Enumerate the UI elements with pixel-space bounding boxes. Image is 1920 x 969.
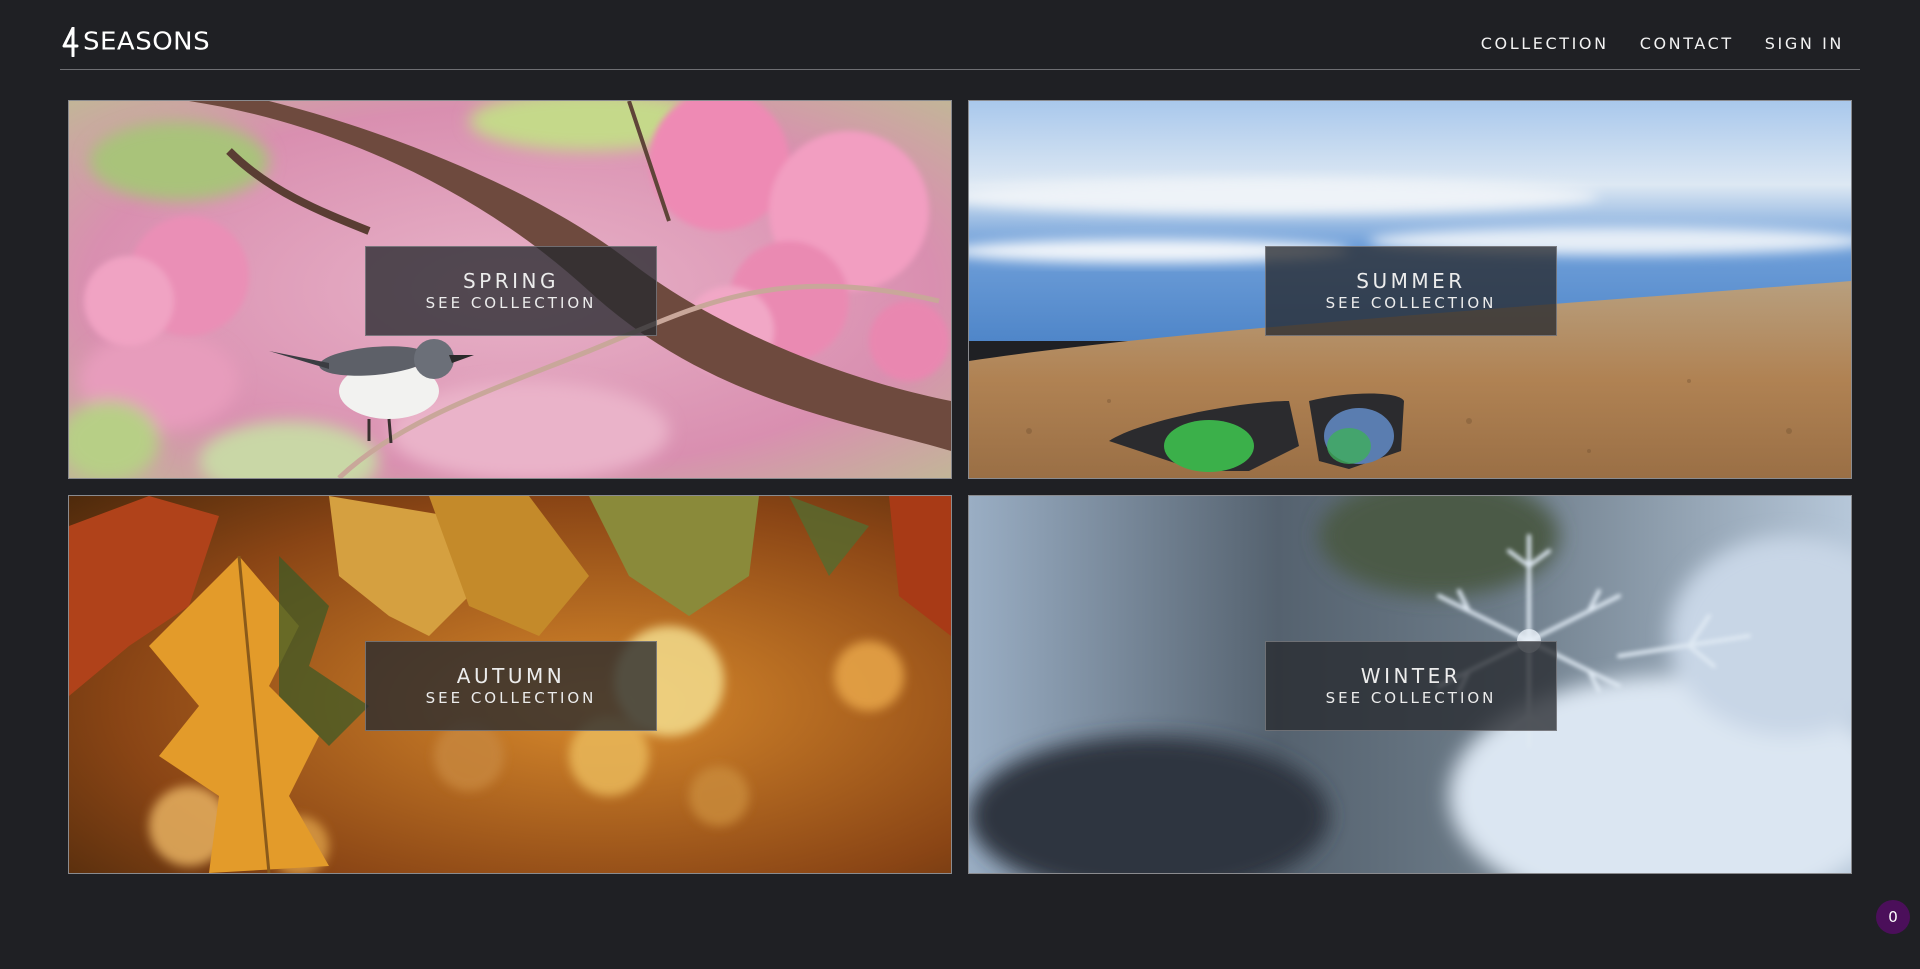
- spring-caption[interactable]: SPRING SEE COLLECTION: [365, 246, 657, 336]
- site-logo[interactable]: SEASONS: [61, 25, 210, 59]
- notification-badge[interactable]: 0: [1876, 900, 1910, 934]
- logo-four-mark: [62, 27, 79, 57]
- logo-text: SEASONS: [83, 27, 211, 57]
- site-header: SEASONS COLLECTION CONTACT SIGN IN: [60, 0, 1860, 70]
- tile-summer[interactable]: SUMMER SEE COLLECTION: [968, 100, 1852, 479]
- spring-see-collection[interactable]: SEE COLLECTION: [366, 293, 656, 313]
- tile-spring[interactable]: SPRING SEE COLLECTION: [68, 100, 952, 479]
- autumn-title: AUTUMN: [456, 664, 566, 688]
- tile-autumn[interactable]: AUTUMN SEE COLLECTION: [68, 495, 952, 874]
- nav-collection[interactable]: COLLECTION: [1481, 34, 1609, 54]
- spring-title: SPRING: [462, 269, 559, 293]
- nav-sign-in[interactable]: SIGN IN: [1765, 34, 1844, 54]
- nav-contact[interactable]: CONTACT: [1640, 34, 1734, 54]
- winter-caption[interactable]: WINTER SEE COLLECTION: [1265, 641, 1557, 731]
- autumn-caption[interactable]: AUTUMN SEE COLLECTION: [365, 641, 657, 731]
- main-nav: COLLECTION CONTACT SIGN IN: [1481, 34, 1844, 54]
- summer-caption[interactable]: SUMMER SEE COLLECTION: [1265, 246, 1557, 336]
- autumn-see-collection[interactable]: SEE COLLECTION: [366, 688, 656, 708]
- summer-see-collection[interactable]: SEE COLLECTION: [1266, 293, 1556, 313]
- winter-title: WINTER: [1360, 664, 1462, 688]
- tile-winter[interactable]: WINTER SEE COLLECTION: [968, 495, 1852, 874]
- summer-title: SUMMER: [1356, 269, 1466, 293]
- winter-see-collection[interactable]: SEE COLLECTION: [1266, 688, 1556, 708]
